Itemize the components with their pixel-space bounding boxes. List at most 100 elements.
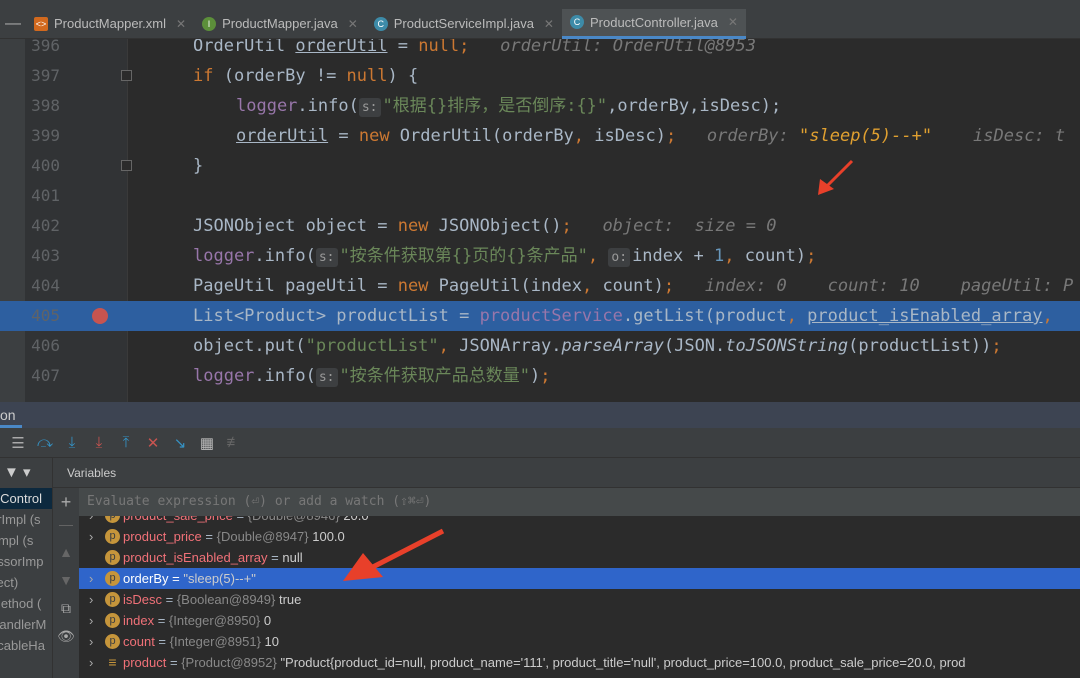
code-token: index: 0 count: 10 pageUtil: P bbox=[674, 276, 1074, 296]
variables-list: ›pproduct_sale_price = {Double@8946} 20.… bbox=[79, 516, 1080, 678]
code-token: ; bbox=[459, 39, 470, 56]
frames-list[interactable]: ▼ ▾ ctControlorImpl (srImpl (sessorImpfl… bbox=[0, 458, 53, 678]
xml-file-icon: <> bbox=[34, 16, 48, 31]
code-token: new bbox=[397, 216, 439, 236]
expand-chevron-icon[interactable]: › bbox=[89, 516, 93, 526]
step-into-icon[interactable]: ⤓ bbox=[64, 434, 80, 451]
code-token: JSONObject() bbox=[438, 216, 562, 236]
code-token: ; bbox=[665, 126, 677, 146]
code-text: List<Product> productList = productServi… bbox=[193, 301, 1053, 331]
code-token: JSONArray. bbox=[459, 336, 562, 356]
code-line: 398 logger.info(s: "根据{}排序，是否倒序:{}",orderB… bbox=[0, 91, 1080, 121]
equals-sign: = bbox=[233, 516, 248, 523]
step-over-icon[interactable]: ⤼ bbox=[37, 434, 53, 451]
line-number: 402 bbox=[31, 216, 60, 235]
expand-chevron-icon[interactable]: › bbox=[89, 631, 93, 652]
move-up-icon[interactable]: ▲ bbox=[53, 544, 79, 572]
debug-toolbar: ☰ ⤼ ⤓ ⤓ ⤒ ✕ ↘ ▦ ≢ bbox=[0, 428, 1080, 458]
tab-productmapper-java[interactable]: I ProductMapper.java ✕ bbox=[194, 9, 366, 39]
variable-row[interactable]: › p isDesc = {Boolean@8949} true bbox=[79, 589, 1080, 610]
remove-watch-icon[interactable]: — bbox=[53, 516, 79, 544]
watch-eye-icon[interactable]: 👁 bbox=[53, 628, 79, 656]
expand-chevron-icon[interactable]: › bbox=[89, 610, 93, 631]
fold-marker-icon[interactable] bbox=[121, 160, 132, 171]
force-step-into-icon[interactable]: ⤓ bbox=[91, 434, 107, 451]
fold-marker-icon[interactable] bbox=[121, 70, 132, 81]
parameter-icon: p bbox=[105, 516, 120, 523]
code-token: , bbox=[581, 276, 603, 296]
evaluate-expression-input[interactable]: Evaluate expression (⏎) or add a watch (… bbox=[79, 488, 1080, 516]
tab-productcontroller-java[interactable]: C ProductController.java ✕ bbox=[561, 8, 746, 39]
variable-value: 20.0 bbox=[343, 516, 368, 523]
trace-icon[interactable]: ≢ bbox=[226, 434, 242, 451]
variable-value: "Product{product_id=null, product_name='… bbox=[280, 655, 966, 670]
stack-frame[interactable]: ctControl bbox=[0, 488, 52, 509]
code-token: orderUtil bbox=[295, 39, 388, 56]
close-icon[interactable]: ✕ bbox=[544, 17, 554, 31]
code-token: , bbox=[724, 246, 745, 266]
stack-frame[interactable]: flect) bbox=[0, 572, 52, 593]
add-watch-icon[interactable]: + bbox=[53, 488, 79, 516]
stack-frame[interactable]: orImpl (s bbox=[0, 509, 52, 530]
collapse-icon[interactable]: — bbox=[0, 15, 26, 33]
code-token: PageUtil pageUtil = bbox=[193, 276, 398, 296]
variable-type: {Double@8947} bbox=[216, 529, 309, 544]
parameter-icon: p bbox=[105, 634, 120, 649]
code-token: if bbox=[193, 66, 224, 86]
variable-row[interactable]: › p count = {Integer@8951} 10 bbox=[79, 631, 1080, 652]
drop-frame-icon[interactable]: ✕ bbox=[145, 434, 161, 452]
code-token: (JSON. bbox=[663, 336, 726, 356]
code-token: , bbox=[587, 246, 609, 266]
expand-chevron-icon[interactable]: › bbox=[89, 568, 93, 589]
code-token: index + bbox=[632, 246, 714, 266]
code-token: "productList" bbox=[305, 336, 439, 356]
expand-chevron-icon[interactable]: › bbox=[89, 526, 93, 547]
close-icon[interactable]: ✕ bbox=[176, 17, 186, 31]
variable-row[interactable]: › p orderBy = "sleep(5)--+" bbox=[79, 568, 1080, 589]
breakpoint-icon[interactable] bbox=[92, 308, 108, 324]
variable-row[interactable]: › p product_price = {Double@8947} 100.0 bbox=[79, 526, 1080, 547]
tab-productmapper-xml[interactable]: <> ProductMapper.xml ✕ bbox=[26, 9, 194, 39]
code-token: "根据{}排序，是否倒序:{}" bbox=[382, 96, 608, 116]
copy-icon[interactable]: ⧉ bbox=[53, 600, 79, 628]
stack-frame[interactable]: rImpl (s bbox=[0, 530, 52, 551]
debug-tab[interactable]: on bbox=[0, 402, 22, 428]
code-token: JSONObject object = bbox=[193, 216, 398, 236]
stack-frame[interactable]: HandlerM bbox=[0, 614, 52, 635]
close-icon[interactable]: ✕ bbox=[728, 15, 738, 29]
stack-frame[interactable]: Method ( bbox=[0, 593, 52, 614]
run-to-cursor-icon[interactable]: ↘ bbox=[172, 434, 188, 452]
line-number: 397 bbox=[31, 66, 60, 85]
tab-productserviceimpl-java[interactable]: C ProductServiceImpl.java ✕ bbox=[366, 9, 562, 39]
stack-frame[interactable]: ocableHa bbox=[0, 635, 52, 656]
expand-chevron-icon[interactable]: › bbox=[89, 589, 93, 610]
expand-chevron-icon[interactable]: › bbox=[89, 652, 93, 673]
variable-value: true bbox=[278, 592, 302, 607]
code-editor[interactable]: 396 OrderUtil orderUtil = null; orderUtil… bbox=[0, 39, 1080, 402]
variable-row[interactable]: › pproduct_sale_price = {Double@8946} 20.… bbox=[79, 516, 1080, 526]
variable-name: product_price bbox=[123, 529, 202, 544]
variable-row[interactable]: › p index = {Integer@8950} 0 bbox=[79, 610, 1080, 631]
tab-label: ProductMapper.java bbox=[222, 16, 338, 31]
code-token: ; bbox=[561, 216, 572, 236]
code-line: 401 bbox=[0, 181, 1080, 211]
code-token: orderUtil: OrderUtil@8953 bbox=[469, 39, 756, 56]
frames-menu-icon[interactable]: ☰ bbox=[10, 434, 26, 452]
line-number: 405 bbox=[31, 306, 60, 325]
variable-row[interactable]: p product_isEnabled_array = null bbox=[79, 547, 1080, 568]
parameter-icon: p bbox=[105, 529, 120, 544]
evaluate-icon[interactable]: ▦ bbox=[199, 434, 215, 452]
variable-value: 0 bbox=[263, 613, 272, 628]
step-out-icon[interactable]: ⤒ bbox=[118, 434, 134, 451]
code-token: isDesc: t bbox=[932, 126, 1066, 146]
code-text: logger.info(s: "按条件获取第{}页的{}条产品", o: index… bbox=[193, 241, 816, 273]
move-down-icon[interactable]: ▼ bbox=[53, 572, 79, 600]
code-token: ; bbox=[991, 336, 1002, 356]
stack-frame[interactable]: essorImp bbox=[0, 551, 52, 572]
filter-icon[interactable]: ▼ ▾ bbox=[0, 458, 52, 488]
variable-row[interactable]: › ≡ product = {Product@8952} "Product{prod… bbox=[79, 652, 1080, 673]
parameter-icon: p bbox=[105, 571, 120, 586]
close-icon[interactable]: ✕ bbox=[348, 17, 358, 31]
parameter-icon: p bbox=[105, 550, 120, 565]
interface-icon: I bbox=[202, 16, 217, 31]
